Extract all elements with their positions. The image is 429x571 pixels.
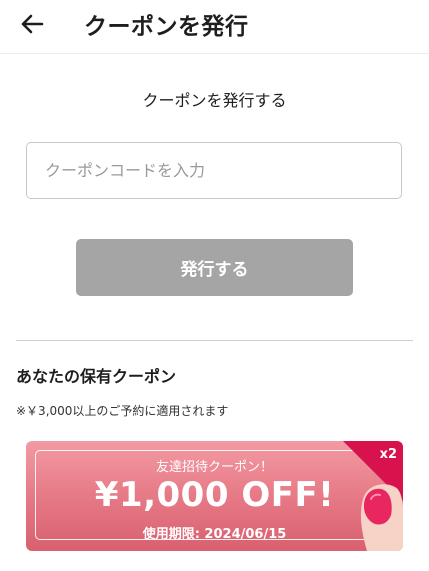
coupon-amount: ¥1,000 OFF! [94,475,335,515]
issue-section-title: クーポンを発行する [142,91,287,110]
coupon-subtitle: 友達招待クーポン！ [155,460,273,475]
coupon-code-input[interactable] [26,142,402,199]
arrow-left-icon[interactable] [16,8,48,40]
page-title: クーポンを発行 [84,14,249,40]
divider [16,340,413,341]
app-header: クーポンを発行 [0,0,429,54]
issue-button[interactable]: 発行する [76,239,353,296]
owned-coupons-title: あなたの保有クーポン [16,367,177,386]
coupon-expiry: 使用期限: 2024/06/15 [142,527,287,542]
owned-coupons-note: ※￥3,000以上のご予約に適用されます [16,404,229,418]
coupon-card[interactable]: x2 友達招待クーポン！ ¥1,000 OFF! 使用期限: 2024/06/1… [26,441,403,551]
